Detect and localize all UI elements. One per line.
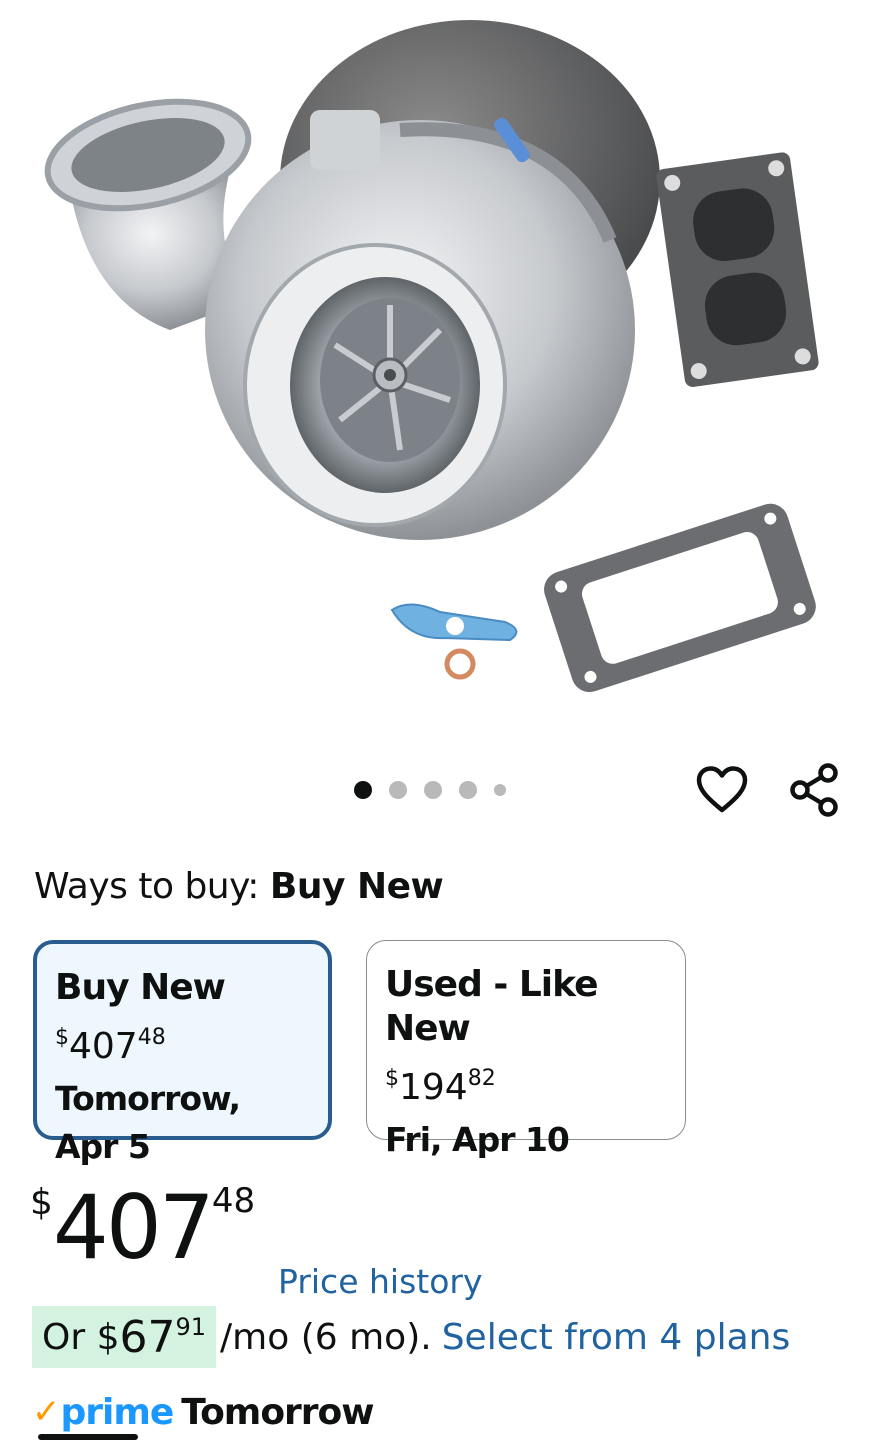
option-price: $19482 <box>385 1066 496 1108</box>
option-delivery: Fri, Apr 10 <box>385 1120 570 1159</box>
buy-option-used[interactable]: Used - Like New $19482 Fri, Apr 10 <box>366 940 686 1159</box>
prime-delivery-date: Tomorrow <box>181 1391 374 1433</box>
option-price: $40748 <box>55 1025 166 1067</box>
carousel-dot[interactable] <box>389 781 407 799</box>
carousel-dot[interactable] <box>424 781 442 799</box>
product-price: $40748 <box>30 1176 256 1279</box>
carousel-dot[interactable] <box>494 784 506 796</box>
carousel-dot[interactable] <box>459 781 477 799</box>
buy-option-new[interactable]: Buy New $40748 Tomorrow, Apr 5 <box>33 940 332 1166</box>
scroll-indicator <box>38 1434 138 1440</box>
heart-icon <box>696 766 748 813</box>
share-button[interactable] <box>786 762 842 818</box>
ways-to-buy: Ways to buy: Buy New <box>34 866 444 907</box>
wishlist-button[interactable] <box>694 762 750 818</box>
ways-to-buy-label: Ways to buy: <box>34 866 259 907</box>
price-history-link[interactable]: Price history <box>278 1262 483 1301</box>
monthly-payment: Or $67 91 <box>32 1306 217 1368</box>
checkmark-icon: ✓ <box>32 1392 61 1432</box>
option-delivery: Tomorrow, Apr 5 <box>55 1079 241 1166</box>
option-title: Used - Like New <box>385 964 599 1049</box>
share-icon <box>790 763 838 817</box>
image-carousel-dots[interactable] <box>354 781 523 799</box>
product-image[interactable] <box>0 0 872 720</box>
financing-term: /mo (6 mo). <box>220 1316 432 1358</box>
carousel-dot-active[interactable] <box>354 781 372 799</box>
select-plans-link[interactable]: Select from 4 plans <box>442 1317 791 1358</box>
ways-to-buy-selected: Buy New <box>269 866 444 907</box>
option-title: Buy New <box>55 967 226 1008</box>
prime-logo: ✓ prime <box>32 1391 174 1433</box>
financing-offer: Or $67 91 /mo (6 mo). Select from 4 plans <box>32 1306 790 1368</box>
prime-delivery: ✓ prime Tomorrow <box>32 1384 375 1440</box>
